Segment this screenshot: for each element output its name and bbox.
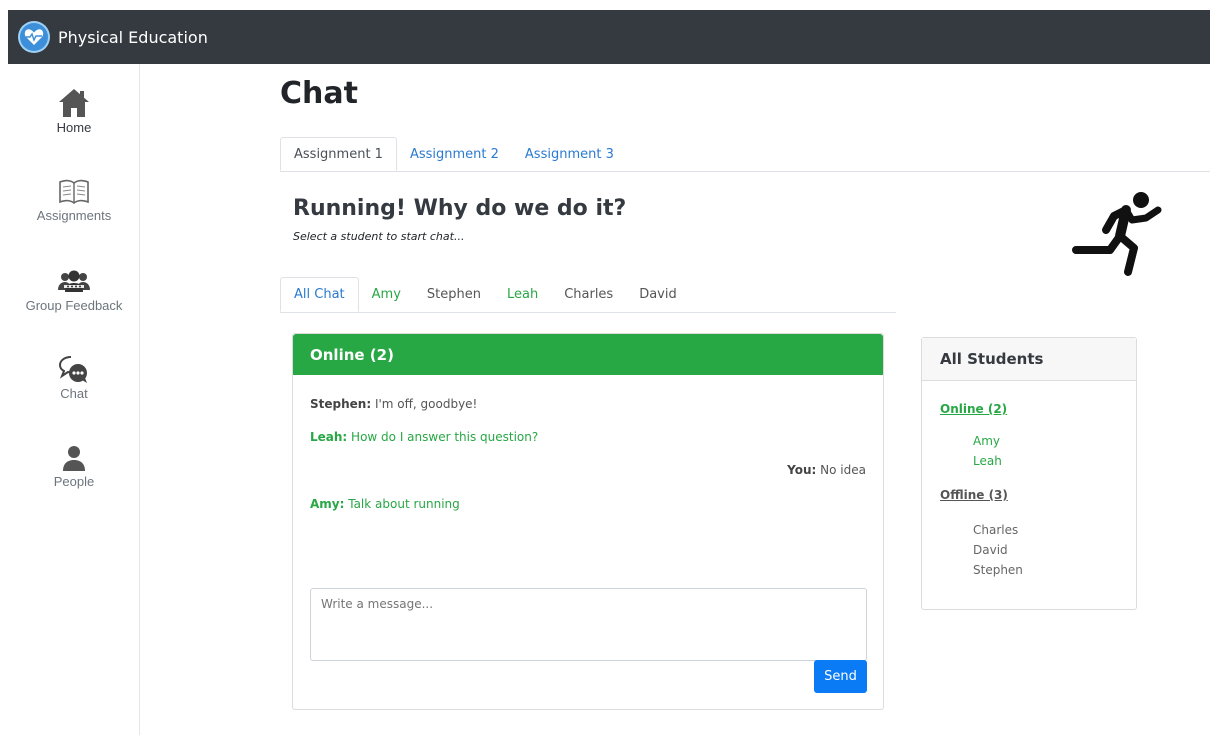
page-title: Chat <box>280 76 358 111</box>
message-sender: Stephen: <box>310 397 372 411</box>
sidebar-item-assignments[interactable]: Assignments <box>8 178 140 223</box>
assignment-tabs: Assignment 1 Assignment 2 Assignment 3 <box>280 137 1210 172</box>
tab-student-amy[interactable]: Amy <box>359 277 414 312</box>
students-header: All Students <box>922 338 1136 381</box>
offline-group-toggle[interactable]: Offline (3) <box>940 488 1008 502</box>
sidebar-item-group-feedback[interactable]: Group Feedback <box>8 270 140 313</box>
sidebar-item-label: Home <box>56 120 92 135</box>
brand[interactable]: Physical Education <box>18 20 208 54</box>
app-title: Physical Education <box>58 27 208 47</box>
student-online-amy[interactable]: Amy <box>973 434 1000 448</box>
message-sender: Amy: <box>310 497 345 511</box>
message-sender: Leah: <box>310 430 348 444</box>
chat-message: Amy: Talk about running <box>310 497 460 511</box>
chat-header: Online (2) <box>293 334 883 375</box>
sidebar-item-label: People <box>53 474 95 489</box>
sidebar-item-chat[interactable]: Chat <box>8 354 140 401</box>
assignment-hint: Select a student to start chat... <box>293 230 465 243</box>
sidebar-item-people[interactable]: People <box>8 444 140 489</box>
group-icon <box>8 270 140 296</box>
message-text: How do I answer this question? <box>347 430 539 444</box>
chat-message: Stephen: I'm off, goodbye! <box>310 397 477 411</box>
sidebar-item-home[interactable]: Home <box>8 88 140 135</box>
sidebar-item-label: Chat <box>60 386 88 401</box>
chat-message-own: You: No idea <box>787 463 866 477</box>
student-online-leah[interactable]: Leah <box>973 454 1002 468</box>
assignment-heading: Running! Why do we do it? <box>293 196 627 221</box>
tab-student-charles[interactable]: Charles <box>551 277 626 312</box>
sidebar: Home Assignments Group Feedback Chat Peo… <box>8 64 140 735</box>
message-text: Talk about running <box>344 497 460 511</box>
book-icon <box>8 178 140 206</box>
send-button[interactable]: Send <box>814 660 867 693</box>
tab-assignment-3[interactable]: Assignment 3 <box>512 137 627 171</box>
tab-assignment-1[interactable]: Assignment 1 <box>280 137 397 171</box>
chat-icon <box>8 354 140 384</box>
tab-all-chat[interactable]: All Chat <box>280 277 359 312</box>
top-navbar: Physical Education <box>8 10 1210 64</box>
heart-pulse-icon <box>18 21 50 53</box>
student-offline-david[interactable]: David <box>973 543 1008 557</box>
tab-student-david[interactable]: David <box>626 277 690 312</box>
student-offline-charles[interactable]: Charles <box>973 523 1018 537</box>
person-icon <box>8 444 140 472</box>
student-offline-stephen[interactable]: Stephen <box>973 563 1023 577</box>
message-text: No idea <box>816 463 866 477</box>
tab-student-leah[interactable]: Leah <box>494 277 551 312</box>
message-sender: You: <box>787 463 817 477</box>
sidebar-item-label: Group Feedback <box>25 298 123 313</box>
tab-assignment-2[interactable]: Assignment 2 <box>397 137 512 171</box>
home-icon <box>8 88 140 118</box>
students-panel: All Students Online (2) Amy Leah Offline… <box>921 337 1137 610</box>
online-group-toggle[interactable]: Online (2) <box>940 402 1007 416</box>
message-input[interactable] <box>310 588 867 661</box>
message-text: I'm off, goodbye! <box>371 397 478 411</box>
tab-student-stephen[interactable]: Stephen <box>414 277 494 312</box>
chat-panel: Online (2) Stephen: I'm off, goodbye! Le… <box>292 333 884 710</box>
running-person-icon <box>1068 188 1166 280</box>
student-tabs: All Chat Amy Stephen Leah Charles David <box>280 277 896 313</box>
sidebar-item-label: Assignments <box>36 208 112 223</box>
chat-message: Leah: How do I answer this question? <box>310 430 538 444</box>
